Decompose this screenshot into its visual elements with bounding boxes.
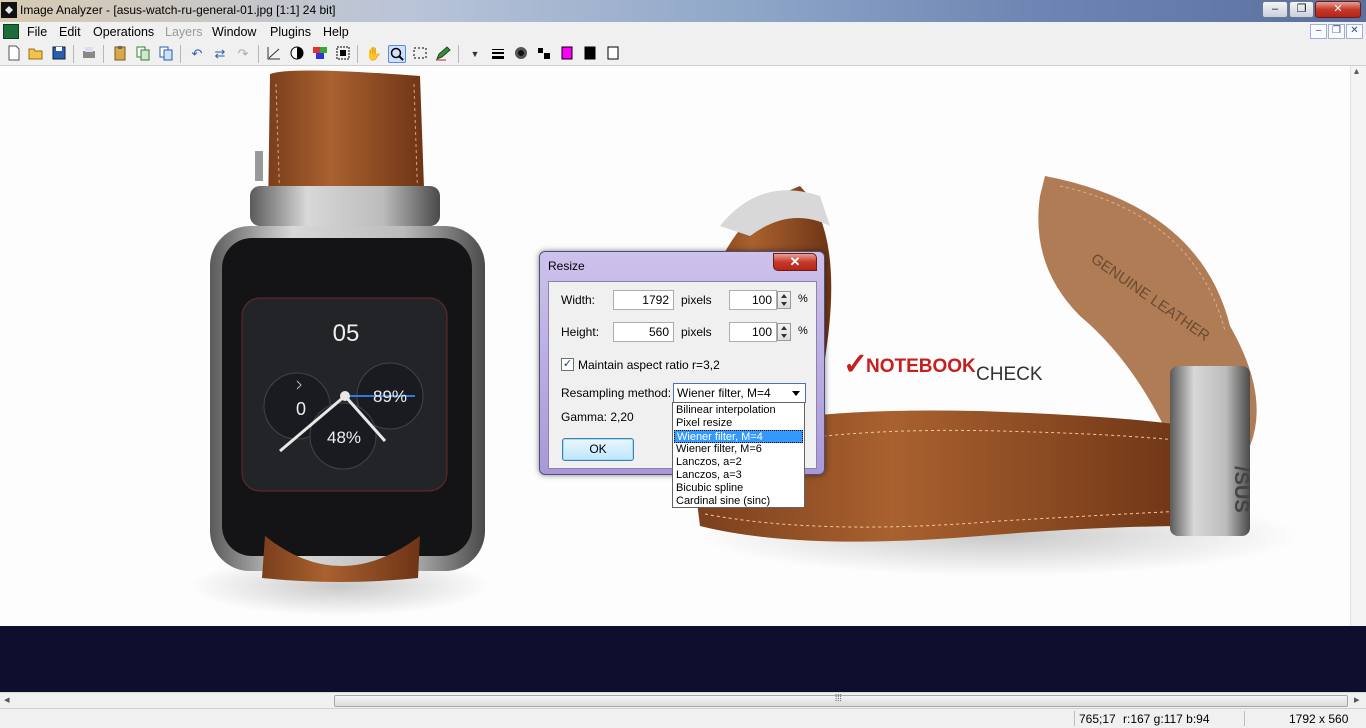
menu-help[interactable]: Help: [323, 25, 349, 39]
scroll-thumb[interactable]: ⦙⦙⦙: [334, 693, 1348, 707]
save-icon[interactable]: [50, 45, 68, 63]
white-color-icon[interactable]: [604, 45, 622, 63]
minimize-button[interactable]: –: [1262, 1, 1288, 18]
dropdown-icon[interactable]: ▼: [466, 45, 484, 63]
width-percent-symbol: %: [798, 293, 808, 305]
clasp-text: /SUS: [1230, 466, 1252, 513]
watch-left: 05 0 89% 48%: [190, 70, 490, 616]
hand-icon[interactable]: ✋: [365, 45, 383, 63]
toolbar: ↶ ⇄ ↷ ✋ ▼: [0, 42, 1366, 66]
ok-button[interactable]: OK: [562, 438, 634, 461]
resampling-dropdown-list: Bilinear interpolation Pixel resize Wien…: [672, 402, 805, 508]
height-label: Height:: [561, 325, 600, 339]
open-icon[interactable]: [27, 45, 45, 63]
maintain-aspect-checkbox[interactable]: ✓: [561, 358, 574, 371]
resampling-option[interactable]: Wiener filter, M=6: [674, 443, 803, 456]
histogram-icon[interactable]: [265, 45, 283, 63]
mdi-close-button[interactable]: ✕: [1346, 24, 1363, 39]
paste-icon[interactable]: [111, 45, 129, 63]
app-icon: [1, 2, 17, 18]
scroll-right-arrow[interactable]: ▸: [1354, 693, 1360, 706]
menu-operations[interactable]: Operations: [93, 25, 154, 39]
horizontal-scrollbar[interactable]: ◂ ⦙⦙⦙ ▸: [0, 692, 1366, 708]
dialog-title: Resize: [548, 259, 585, 273]
status-rgb: r:167 g:117 b:94: [1123, 712, 1210, 726]
resampling-select[interactable]: Wiener filter, M=4: [673, 383, 806, 403]
resampling-selected: Wiener filter, M=4: [677, 386, 771, 400]
resampling-label: Resampling method:: [561, 386, 672, 400]
color-icon[interactable]: [311, 45, 329, 63]
scroll-up-arrow[interactable]: ▴: [1354, 66, 1359, 77]
duplicate-icon[interactable]: [157, 45, 175, 63]
maximize-button[interactable]: ❐: [1289, 1, 1314, 18]
contrast-icon[interactable]: [288, 45, 306, 63]
height-percent-symbol: %: [798, 325, 808, 337]
mdi-minimize-button[interactable]: –: [1310, 24, 1327, 39]
window-title: Image Analyzer - [asus-watch-ru-general-…: [20, 3, 336, 17]
width-percent-input[interactable]: 100: [729, 290, 777, 310]
scan-icon[interactable]: [80, 45, 98, 63]
resampling-option[interactable]: Bicubic spline: [674, 482, 803, 495]
height-spinner[interactable]: [777, 323, 791, 341]
width-spinner[interactable]: [777, 291, 791, 309]
black-color-icon[interactable]: [581, 45, 599, 63]
width-input[interactable]: 1792: [613, 290, 674, 310]
watch-right-dial: 89%: [373, 387, 407, 406]
resampling-option[interactable]: Lanczos, a=3: [674, 469, 803, 482]
resampling-option[interactable]: Lanczos, a=2: [674, 456, 803, 469]
gamma-label: Gamma: 2,20: [561, 410, 634, 424]
flip-icon[interactable]: ⇄: [211, 45, 229, 63]
notebookcheck-logo: ✓ NOTEBOOK CHECK: [843, 348, 1043, 385]
menu-window[interactable]: Window: [212, 25, 256, 39]
width-label: Width:: [561, 293, 596, 307]
logo-brand: NOTEBOOK: [866, 356, 976, 377]
chevron-down-icon: [792, 391, 800, 396]
menu-bar: File Edit Operations Layers Window Plugi…: [0, 22, 1366, 42]
redo-icon[interactable]: ↷: [234, 45, 252, 63]
status-dimensions: 1792 x 560: [1289, 712, 1349, 726]
vertical-scrollbar[interactable]: ▴: [1350, 66, 1366, 626]
canvas-background: [0, 626, 1366, 692]
pencil-icon[interactable]: [434, 45, 452, 63]
brush-icon[interactable]: [512, 45, 530, 63]
status-coords: 765;17: [1079, 712, 1116, 726]
copy-icon[interactable]: [134, 45, 152, 63]
resampling-option[interactable]: Cardinal sine (sinc): [674, 495, 803, 508]
barcode-icon[interactable]: [334, 45, 352, 63]
magenta-color-icon[interactable]: [558, 45, 576, 63]
mdi-restore-button[interactable]: ❐: [1328, 24, 1345, 39]
menu-layers[interactable]: Layers: [165, 25, 203, 39]
height-input[interactable]: 560: [613, 322, 674, 342]
resampling-option[interactable]: Bilinear interpolation: [674, 404, 803, 417]
dialog-close-button[interactable]: ✕: [773, 253, 817, 271]
scroll-left-arrow[interactable]: ◂: [4, 693, 10, 706]
dots-icon[interactable]: [535, 45, 553, 63]
height-unit: pixels: [681, 325, 712, 339]
logo-check: ✓: [843, 348, 868, 381]
line-width-icon[interactable]: [489, 45, 507, 63]
width-unit: pixels: [681, 293, 712, 307]
status-bar: 765;17 r:167 g:117 b:94 1792 x 560: [0, 708, 1366, 728]
menu-edit[interactable]: Edit: [59, 25, 81, 39]
watch-hour: 05: [333, 320, 360, 347]
menu-file[interactable]: File: [27, 25, 47, 39]
select-icon[interactable]: [411, 45, 429, 63]
zoom-icon[interactable]: [388, 45, 406, 63]
watch-left-dial: 0: [296, 399, 306, 419]
title-bar: Image Analyzer - [asus-watch-ru-general-…: [0, 0, 1366, 22]
menu-plugins[interactable]: Plugins: [270, 25, 311, 39]
undo-icon[interactable]: ↶: [188, 45, 206, 63]
resampling-option[interactable]: Pixel resize: [674, 417, 803, 430]
watch-bottom-dial: 48%: [327, 428, 361, 447]
logo-suffix: CHECK: [976, 364, 1043, 385]
height-percent-input[interactable]: 100: [729, 322, 777, 342]
document-icon[interactable]: [3, 24, 19, 39]
maintain-aspect-label[interactable]: Maintain aspect ratio r=3,2: [578, 358, 720, 372]
new-icon[interactable]: [5, 45, 23, 63]
scroll-grip-icon: ⦙⦙⦙: [835, 693, 842, 704]
close-button[interactable]: ✕: [1315, 1, 1361, 18]
resampling-option-selected[interactable]: Wiener filter, M=4: [674, 430, 803, 443]
